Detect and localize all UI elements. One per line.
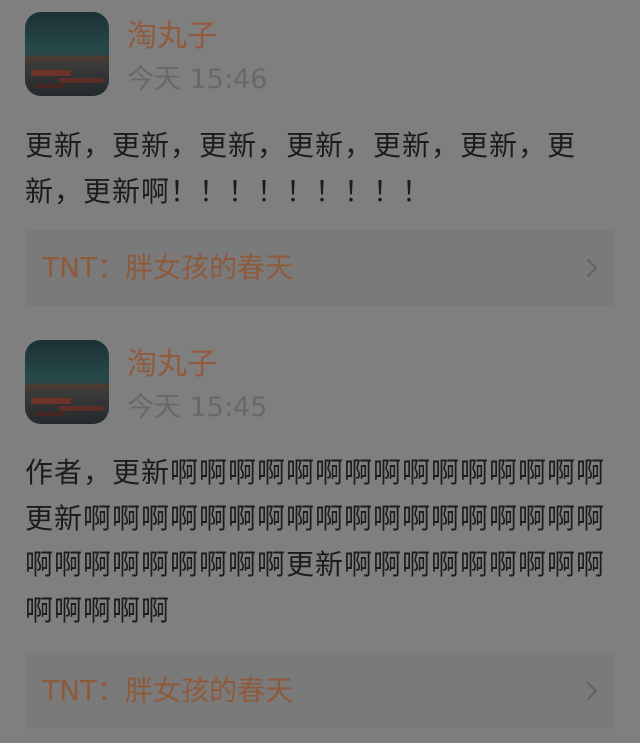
avatar-image [25, 340, 109, 424]
username[interactable]: 淘丸子 [127, 347, 217, 383]
avatar[interactable] [25, 340, 109, 424]
chevron-right-icon [586, 258, 598, 278]
book-link-title: TNT：胖女孩的春天 [42, 674, 294, 707]
book-link-card[interactable]: TNT：胖女孩的春天 [25, 230, 615, 306]
timestamp: 今天 15:46 [127, 64, 268, 95]
comment-text: 作者，更新啊啊啊啊啊啊啊啊啊啊啊啊啊啊啊更新啊啊啊啊啊啊啊啊啊啊啊啊啊啊啊啊啊啊… [25, 456, 606, 627]
username[interactable]: 淘丸子 [127, 19, 217, 55]
timestamp: 今天 15:45 [127, 392, 268, 423]
book-link-title: TNT：胖女孩的春天 [42, 251, 294, 284]
comment-text: 更新，更新，更新，更新，更新，更新，更新，更新啊！！！！！！！！！ [25, 129, 577, 208]
book-link-card[interactable]: TNT：胖女孩的春天 [25, 653, 615, 729]
chevron-right-icon [586, 681, 598, 701]
avatar-image [25, 12, 109, 96]
comment-feed: 淘丸子 今天 15:46 更新，更新，更新，更新，更新，更新，更新，更新啊！！！… [0, 0, 640, 743]
avatar[interactable] [25, 12, 109, 96]
